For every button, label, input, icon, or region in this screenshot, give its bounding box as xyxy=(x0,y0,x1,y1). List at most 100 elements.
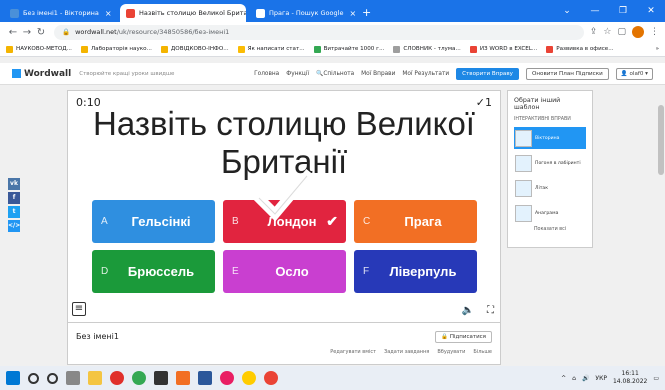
embed-link[interactable]: Вбудувати xyxy=(437,349,465,355)
twitter-icon[interactable]: t xyxy=(8,206,20,218)
bookmark-item[interactable]: ИЗ WORD в EXCEL... xyxy=(469,45,537,53)
menu-my-activities[interactable]: Мої Вправи xyxy=(361,71,395,77)
tab-favicon-icon xyxy=(10,8,19,18)
subscribe-button[interactable]: 🔒 Підписатися xyxy=(435,331,492,343)
back-icon[interactable]: ← xyxy=(6,27,20,38)
close-icon[interactable]: × xyxy=(343,9,356,18)
answer-c[interactable]: C Прага xyxy=(354,200,477,243)
quiz-thumbnail xyxy=(515,129,532,147)
assign-link[interactable]: Задати завдання xyxy=(384,349,429,355)
tab-label: Без імені1 - Вікторина xyxy=(23,9,99,17)
yandex-icon[interactable] xyxy=(242,371,256,385)
maximize-icon[interactable]: ❐ xyxy=(609,0,637,22)
close-window-icon[interactable]: ✕ xyxy=(637,0,665,22)
chevron-down-icon[interactable]: ⌄ xyxy=(553,0,581,22)
menu-dots-icon[interactable]: ⋮ xyxy=(650,27,659,37)
activity-info: Без імені1 🔒 Підписатися Редагувати вміс… xyxy=(67,323,501,365)
chrome-icon[interactable] xyxy=(264,371,278,385)
answer-f[interactable]: F Ліверпуль xyxy=(354,250,477,293)
bookmark-item[interactable]: Як написати стат... xyxy=(237,45,305,53)
cortana-icon[interactable] xyxy=(47,372,58,384)
scrollbar-thumb[interactable] xyxy=(658,105,664,175)
sound-icon[interactable]: 🔈 xyxy=(462,305,474,316)
menu-my-results[interactable]: Мої Результати xyxy=(402,71,449,77)
extension-icon[interactable]: ▢ xyxy=(617,27,626,37)
bookmark-icon xyxy=(393,45,401,53)
file-explorer-icon[interactable] xyxy=(88,371,102,385)
answer-d[interactable]: D Брюссель xyxy=(92,250,215,293)
task-view-icon[interactable] xyxy=(66,371,80,385)
template-airplane[interactable]: Літак xyxy=(514,177,586,199)
close-icon[interactable]: × xyxy=(99,9,112,18)
bookmarks-more[interactable]: » xyxy=(656,46,659,52)
minimize-icon[interactable]: — xyxy=(581,0,609,22)
template-quiz[interactable]: Вікторина xyxy=(514,127,586,149)
hamburger-menu-icon[interactable]: ≡ xyxy=(72,302,86,316)
avatar[interactable] xyxy=(632,26,644,38)
template-panel-title: Обрати інший шаблон xyxy=(514,97,561,111)
youtube-icon xyxy=(546,45,554,53)
windows-start-icon[interactable] xyxy=(6,371,20,385)
folder-icon xyxy=(160,45,168,53)
edit-content-link[interactable]: Редагувати вміст xyxy=(330,349,376,355)
user-menu[interactable]: 👤 olaf0 ▾ xyxy=(615,67,653,80)
tab-google[interactable]: Прага - Пошук Google × xyxy=(250,4,356,22)
notifications-icon[interactable]: ▭ xyxy=(653,375,659,382)
bookmark-item[interactable]: СЛОВНИК - тлума... xyxy=(393,45,461,53)
network-icon[interactable]: ⌂ xyxy=(572,375,576,382)
opera-icon[interactable] xyxy=(110,371,124,385)
url-field[interactable]: 🔒 wordwall.net /uk/resource/34850586/без… xyxy=(54,24,584,40)
bookmark-item[interactable]: Витрачайте 1000 г... xyxy=(313,45,384,53)
menu-features[interactable]: Функції xyxy=(286,71,309,77)
media-player-icon[interactable] xyxy=(154,371,168,385)
more-link[interactable]: Більше xyxy=(473,349,492,355)
embed-icon[interactable]: </> xyxy=(8,220,20,232)
main-menu: Головна Функції 🔍Спільнота Мої Вправи Мо… xyxy=(254,67,653,80)
tab-label: Назвіть столицю Великої Брита xyxy=(139,9,246,17)
answer-e[interactable]: E Осло xyxy=(223,250,346,293)
reload-icon[interactable]: ↻ xyxy=(34,27,48,38)
bookmark-item[interactable]: ДОВІДКОВО-ІНФО... xyxy=(160,45,229,53)
tab-quiz[interactable]: Без імені1 - Вікторина × xyxy=(4,4,116,22)
search-icon[interactable] xyxy=(28,372,39,384)
create-activity-button[interactable]: Створити Вправу xyxy=(456,67,519,80)
new-tab-button[interactable]: + xyxy=(362,4,371,22)
tab-question[interactable]: Назвіть столицю Великої Брита × xyxy=(120,4,246,22)
share-icon[interactable]: ⇪ xyxy=(590,27,598,37)
forward-icon[interactable]: → xyxy=(20,27,34,38)
template-maze-chase[interactable]: Погоня в лабіринті xyxy=(514,152,586,174)
clock[interactable]: 16:11 14.08.2022 xyxy=(613,370,647,386)
menu-home[interactable]: Головна xyxy=(254,71,279,77)
window-controls: ⌄ — ❐ ✕ xyxy=(553,0,665,22)
tab-favicon-icon xyxy=(126,8,135,18)
app-icon[interactable] xyxy=(176,371,190,385)
fullscreen-icon[interactable]: ⛶ xyxy=(487,305,494,316)
facebook-icon[interactable]: f xyxy=(8,192,20,204)
paint-icon[interactable] xyxy=(220,371,234,385)
menu-community[interactable]: 🔍Спільнота xyxy=(316,71,354,77)
chevron-up-icon[interactable]: ^ xyxy=(561,375,566,382)
template-panel: Обрати інший шаблон ІНТЕРАКТИВНІ ВПРАВИ … xyxy=(507,90,593,248)
template-anagram[interactable]: Анаграма xyxy=(514,202,586,224)
word-icon[interactable] xyxy=(198,371,212,385)
bookmark-item[interactable]: Лабораторія науко... xyxy=(80,45,152,53)
chrome-icon[interactable] xyxy=(132,371,146,385)
bookmark-item[interactable]: НАУКОВО-МЕТОД... xyxy=(6,45,72,53)
answer-a[interactable]: A Гельсінкі xyxy=(92,200,215,243)
url-path: /uk/resource/34850586/без-імені1 xyxy=(116,28,230,36)
site-logo[interactable]: Wordwall xyxy=(12,69,71,79)
wordwall-logo-icon xyxy=(12,69,21,78)
folder-icon xyxy=(80,45,88,53)
youtube-icon xyxy=(469,45,477,53)
template-panel-subtitle: ІНТЕРАКТИВНІ ВПРАВИ xyxy=(514,117,571,122)
activity-actions: Редагувати вміст Задати завдання Вбудува… xyxy=(330,349,492,355)
bookmark-item[interactable]: Развивка в офисе... xyxy=(546,45,614,53)
lock-icon: 🔒 xyxy=(441,334,450,340)
language-indicator[interactable]: УКР xyxy=(595,375,607,382)
show-all-link[interactable]: Показати всі xyxy=(514,227,586,232)
chevron-down-icon: ▾ xyxy=(643,70,648,77)
vk-icon[interactable]: vk xyxy=(8,178,20,190)
upgrade-plan-button[interactable]: Оновити План Підписки xyxy=(525,67,609,80)
star-icon[interactable]: ☆ xyxy=(603,27,611,37)
volume-icon[interactable]: 🔊 xyxy=(582,375,589,382)
